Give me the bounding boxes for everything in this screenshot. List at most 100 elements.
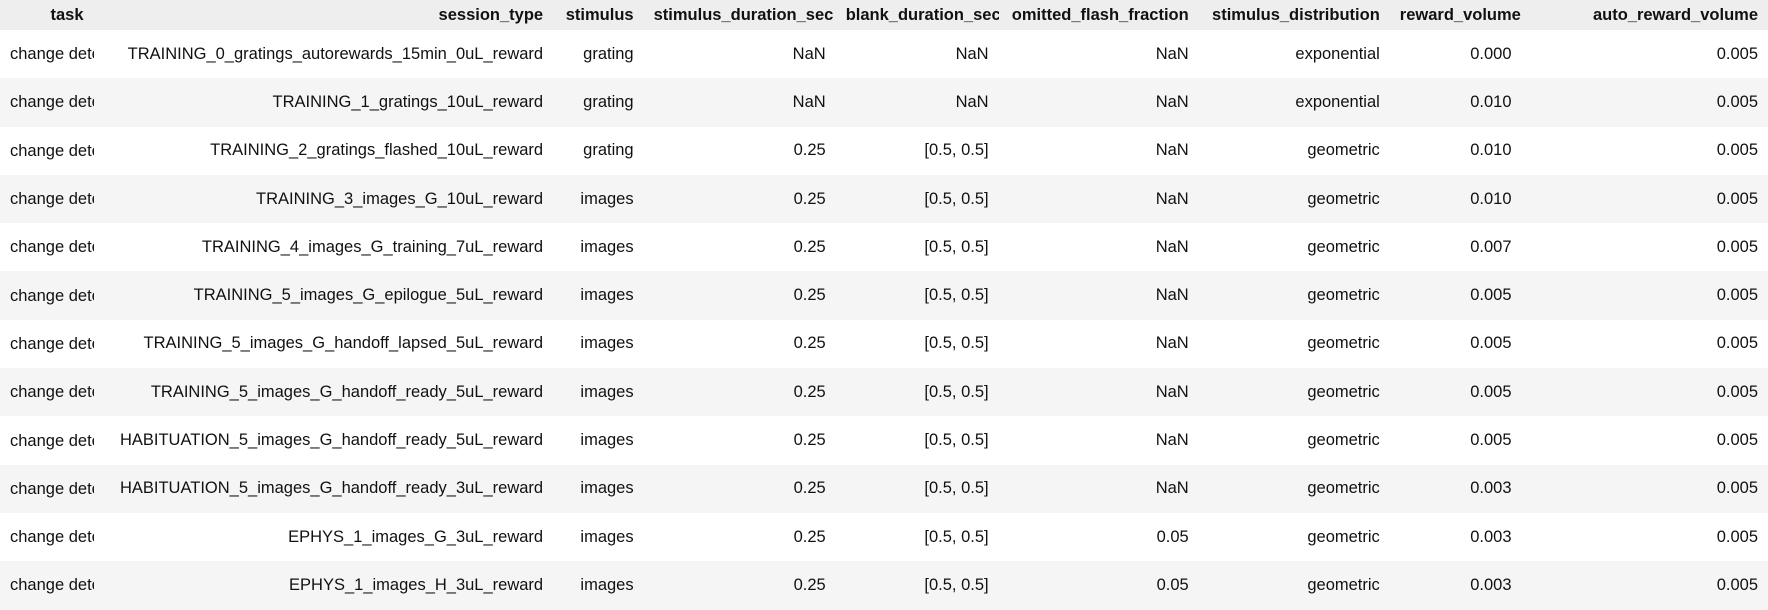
table-body: change detectionTRAINING_0_gratings_auto… [0,30,1768,610]
omitted-flash-fraction-cell: 0.05 [998,561,1199,610]
reward-volume-cell: 0.003 [1389,512,1522,562]
auto-reward-volume-cell: 0.005 [1521,319,1768,369]
task-cell: change detection [0,368,94,417]
column-header-stimulus-distribution: stimulus_distribution [1198,0,1390,30]
table-row: change detectionEPHYS_1_images_H_3uL_rew… [0,561,1768,610]
session-type-cell: TRAINING_5_images_G_handoff_lapsed_5uL_r… [93,319,554,369]
stimulus-cell: grating [553,30,644,79]
table-header: task session_type stimulus stimulus_duratio… [0,0,1768,30]
stimulus-distribution-cell: geometric [1198,464,1390,513]
stimulus-distribution-cell: geometric [1198,368,1390,417]
session-type-cell: EPHYS_1_images_H_3uL_reward [93,561,554,610]
reward-volume-cell: 0.005 [1389,368,1522,417]
session-type-cell: TRAINING_4_images_G_training_7uL_reward [93,223,554,272]
session-type-cell: TRAINING_5_images_G_handoff_ready_5uL_re… [93,368,554,417]
blank-duration-sec-cell: [0.5, 0.5] [835,271,999,320]
column-header-auto-reward-volume: auto_reward_volume [1521,0,1768,30]
stimulus-cell: images [553,416,644,465]
omitted-flash-fraction-cell: NaN [998,174,1199,224]
omitted-flash-fraction-cell: NaN [998,271,1199,320]
auto-reward-volume-cell: 0.005 [1521,561,1768,610]
blank-duration-sec-cell: [0.5, 0.5] [835,174,999,224]
task-cell: change detection [0,223,94,272]
reward-volume-cell: 0.005 [1389,416,1522,465]
column-header-omitted-flash-fraction: omitted_flash_fraction [998,0,1199,30]
column-header-session-type: session_type [93,0,554,30]
stimulus-cell: images [553,271,644,320]
header-row: task session_type stimulus stimulus_duratio… [0,0,1768,30]
stimulus-distribution-cell: geometric [1198,174,1390,224]
column-header-task: task [0,0,94,30]
reward-volume-cell: 0.005 [1389,319,1522,369]
auto-reward-volume-cell: 0.005 [1521,271,1768,320]
reward-volume-cell: 0.010 [1389,174,1522,224]
stimulus-duration-sec-cell: NaN [643,78,836,127]
session-type-cell: TRAINING_1_gratings_10uL_reward [93,78,554,127]
auto-reward-volume-cell: 0.005 [1521,416,1768,465]
stimulus-cell: images [553,319,644,369]
omitted-flash-fraction-cell: NaN [998,319,1199,369]
omitted-flash-fraction-cell: NaN [998,416,1199,465]
stimulus-duration-sec-cell: 0.25 [643,512,836,562]
stimulus-cell: images [553,174,644,224]
sessions-table: task session_type stimulus stimulus_duratio… [0,0,1768,610]
blank-duration-sec-cell: NaN [835,78,999,127]
stimulus-duration-sec-cell: NaN [643,30,836,79]
table-row: change detectionTRAINING_5_images_G_epil… [0,271,1768,320]
blank-duration-sec-cell: [0.5, 0.5] [835,368,999,417]
blank-duration-sec-cell: [0.5, 0.5] [835,561,999,610]
task-cell: change detection [0,78,94,127]
stimulus-distribution-cell: exponential [1198,30,1390,79]
session-type-cell: TRAINING_5_images_G_epilogue_5uL_reward [93,271,554,320]
task-cell: change detection [0,174,94,224]
table-row: change detectionHABITUATION_5_images_G_h… [0,464,1768,513]
blank-duration-sec-cell: [0.5, 0.5] [835,223,999,272]
omitted-flash-fraction-cell: NaN [998,78,1199,127]
stimulus-duration-sec-cell: 0.25 [643,319,836,369]
task-cell: change detection [0,30,94,79]
column-header-stimulus-duration-sec: stimulus_duration_sec [643,0,836,30]
omitted-flash-fraction-cell: NaN [998,223,1199,272]
session-type-cell: HABITUATION_5_images_G_handoff_ready_5uL… [93,416,554,465]
reward-volume-cell: 0.010 [1389,126,1522,175]
stimulus-duration-sec-cell: 0.25 [643,271,836,320]
stimulus-distribution-cell: geometric [1198,271,1390,320]
stimulus-distribution-cell: geometric [1198,126,1390,175]
auto-reward-volume-cell: 0.005 [1521,464,1768,513]
session-type-cell: EPHYS_1_images_G_3uL_reward [93,512,554,562]
blank-duration-sec-cell: [0.5, 0.5] [835,126,999,175]
stimulus-distribution-cell: geometric [1198,561,1390,610]
stimulus-distribution-cell: geometric [1198,319,1390,369]
blank-duration-sec-cell: [0.5, 0.5] [835,512,999,562]
table-row: change detectionTRAINING_1_gratings_10uL… [0,78,1768,127]
table-row: change detectionTRAINING_0_gratings_auto… [0,30,1768,79]
stimulus-duration-sec-cell: 0.25 [643,126,836,175]
blank-duration-sec-cell: [0.5, 0.5] [835,416,999,465]
table-row: change detectionTRAINING_5_images_G_hand… [0,319,1768,369]
table-row: change detectionEPHYS_1_images_G_3uL_rew… [0,512,1768,562]
stimulus-cell: images [553,223,644,272]
stimulus-cell: images [553,512,644,562]
auto-reward-volume-cell: 0.005 [1521,512,1768,562]
table-row: change detectionTRAINING_4_images_G_trai… [0,223,1768,272]
stimulus-distribution-cell: geometric [1198,416,1390,465]
omitted-flash-fraction-cell: NaN [998,464,1199,513]
session-type-cell: TRAINING_2_gratings_flashed_10uL_reward [93,126,554,175]
stimulus-duration-sec-cell: 0.25 [643,464,836,513]
stimulus-distribution-cell: geometric [1198,512,1390,562]
reward-volume-cell: 0.003 [1389,561,1522,610]
omitted-flash-fraction-cell: NaN [998,30,1199,79]
stimulus-cell: grating [553,78,644,127]
blank-duration-sec-cell: NaN [835,30,999,79]
column-header-blank-duration-sec: blank_duration_sec [835,0,999,30]
task-cell: change detection [0,561,94,610]
task-cell: change detection [0,319,94,369]
task-cell: change detection [0,512,94,562]
auto-reward-volume-cell: 0.005 [1521,126,1768,175]
reward-volume-cell: 0.007 [1389,223,1522,272]
omitted-flash-fraction-cell: NaN [998,126,1199,175]
reward-volume-cell: 0.010 [1389,78,1522,127]
stimulus-duration-sec-cell: 0.25 [643,174,836,224]
column-header-reward-volume: reward_volume [1389,0,1522,30]
auto-reward-volume-cell: 0.005 [1521,368,1768,417]
